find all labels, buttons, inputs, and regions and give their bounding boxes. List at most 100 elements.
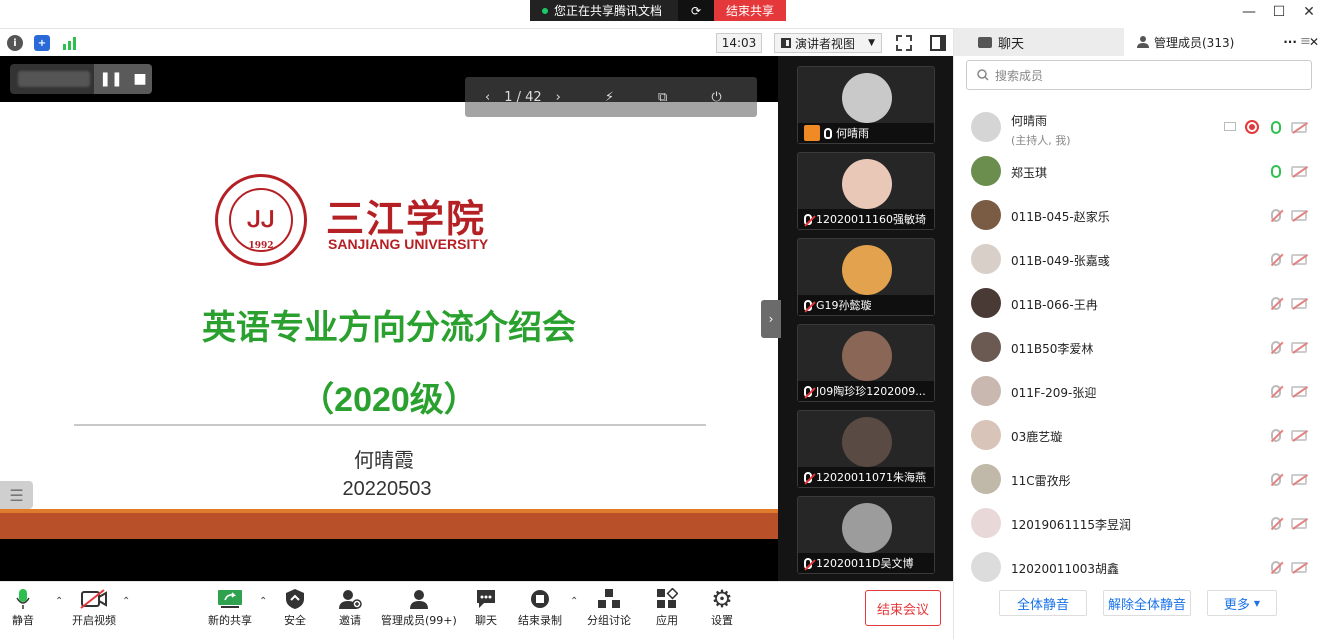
maximize-icon[interactable]: ☐ (1262, 0, 1296, 24)
end-share-button[interactable]: 结束共享 (714, 0, 787, 21)
member-row[interactable]: 12020011003胡鑫 (954, 545, 1326, 589)
start-video-button[interactable]: 开启视频 (72, 586, 116, 628)
close-icon[interactable]: ✕ (1292, 0, 1326, 24)
share-options-caret-icon[interactable]: ⌃ (259, 596, 267, 607)
screen-share-icon (1224, 122, 1236, 131)
camera-off-icon[interactable] (1291, 430, 1307, 441)
member-row[interactable]: 03鹿艺璇 (954, 413, 1326, 457)
mic-muted-icon[interactable] (1271, 253, 1281, 266)
avatar (971, 112, 1001, 142)
mic-muted-icon[interactable] (1271, 473, 1281, 486)
camera-off-icon[interactable] (1291, 518, 1307, 529)
view-mode-select[interactable]: 演讲者视图 ▼ (774, 33, 882, 53)
mute-button[interactable]: 静音 (12, 586, 34, 628)
member-row[interactable]: 12019061115李昱润 (954, 501, 1326, 545)
shield-icon[interactable]: + (34, 35, 50, 51)
member-row[interactable]: 011F-209-张迎 (954, 369, 1326, 413)
member-row[interactable]: 011B-066-王冉 (954, 281, 1326, 325)
member-row[interactable]: 11C雷孜彤 (954, 457, 1326, 501)
mic-muted-icon[interactable] (1271, 341, 1281, 354)
more-button[interactable]: 更多 ▼ (1207, 590, 1277, 616)
video-tile[interactable]: 12020011D吴文博 (797, 496, 935, 574)
mic-icon[interactable] (1271, 121, 1281, 134)
tab-members-label: 管理成员(313) (1154, 35, 1235, 50)
camera-off-icon[interactable] (1291, 386, 1307, 397)
camera-off-icon[interactable] (1291, 166, 1307, 177)
search-icon (977, 69, 989, 81)
member-row[interactable]: 何晴雨 (主持人, 我) (954, 105, 1326, 149)
tab-chat[interactable]: 聊天 (954, 28, 1124, 56)
recording-label-blurred (18, 71, 90, 87)
camera-off-icon[interactable] (1291, 254, 1307, 265)
member-row[interactable]: 011B50李爱林 (954, 325, 1326, 369)
new-share-button[interactable]: 新的共享 (208, 586, 252, 628)
slide-date: 20220503 (342, 478, 432, 500)
mic-muted-icon[interactable] (1271, 385, 1281, 398)
collapse-gallery-icon[interactable]: › (761, 300, 781, 338)
manage-members-button[interactable]: 管理成员(99+) (381, 586, 457, 628)
more-label: 更多 (1223, 597, 1250, 613)
presenter-view-icon (781, 38, 791, 48)
stop-recording-button[interactable]: 结束录制 (518, 586, 562, 628)
mic-muted-icon[interactable] (1271, 561, 1281, 574)
panel-menu-icon[interactable]: ≡ (1300, 34, 1311, 49)
video-tile[interactable]: G19孙懿璇 (797, 238, 935, 316)
pause-icon[interactable]: ❚❚ (99, 71, 122, 87)
search-members[interactable]: 搜索成员 (966, 60, 1312, 90)
video-tile[interactable]: 12020011160强敏琦 (797, 152, 935, 230)
signal-icon[interactable] (62, 35, 78, 51)
member-row[interactable]: 郑玉琪 (954, 149, 1326, 193)
breakout-rooms-button[interactable]: 分组讨论 (587, 586, 631, 628)
security-button[interactable]: 安全 (284, 586, 306, 628)
mute-options-caret-icon[interactable]: ⌃ (55, 596, 63, 607)
logo-english: SANJIANG UNIVERSITY (328, 236, 489, 252)
mic-icon[interactable] (1271, 165, 1281, 178)
members-label: 管理成员(99+) (381, 614, 457, 627)
laser-pointer-icon[interactable]: ⚡ (605, 90, 614, 105)
camera-off-icon[interactable] (1291, 562, 1307, 573)
camera-off-icon[interactable] (1291, 474, 1307, 485)
minimize-icon[interactable]: — (1232, 0, 1266, 24)
camera-off-icon[interactable] (1291, 122, 1307, 133)
apps-button[interactable]: 应用 (656, 586, 678, 628)
member-name: 011B-066-王冉 (1011, 298, 1098, 312)
camera-off-icon[interactable] (1291, 210, 1307, 221)
stop-icon[interactable]: ■ (133, 71, 146, 87)
chat-button[interactable]: 聊天 (475, 586, 497, 628)
power-icon[interactable]: ⏻ (711, 90, 721, 105)
video-tile[interactable]: 12020011071朱海燕 (797, 410, 935, 488)
info-icon[interactable]: i (7, 35, 23, 51)
slide-divider (74, 424, 706, 426)
member-row[interactable]: 011B-049-张嘉彧 (954, 237, 1326, 281)
fullscreen-icon[interactable] (896, 35, 912, 51)
next-page-icon[interactable]: › (556, 90, 561, 105)
member-row[interactable]: 011B-045-赵家乐 (954, 193, 1326, 237)
mic-muted-icon[interactable] (1271, 517, 1281, 530)
top-toolbar: i + 14:03 演讲者视图 ▼ (0, 28, 953, 56)
video-tile[interactable]: 何晴雨 (797, 66, 935, 144)
list-menu-icon[interactable]: ☰ (0, 481, 33, 509)
camera-off-icon[interactable] (1291, 342, 1307, 353)
more-dots-icon[interactable]: ··· (1283, 35, 1297, 49)
mic-muted-icon[interactable] (1271, 297, 1281, 310)
camera-off-icon[interactable] (1291, 298, 1307, 309)
record-options-caret-icon[interactable]: ⌃ (570, 596, 578, 607)
mic-muted-icon[interactable] (1271, 429, 1281, 442)
invite-button[interactable]: 邀请 (338, 586, 362, 628)
member-name: 011B-045-赵家乐 (1011, 210, 1110, 224)
toggle-panel-icon[interactable] (930, 35, 946, 51)
video-options-caret-icon[interactable]: ⌃ (122, 596, 130, 607)
window-mode-icon[interactable]: ⧉ (658, 90, 667, 105)
mic-muted-icon (804, 213, 812, 225)
prev-page-icon[interactable]: ‹ (485, 90, 490, 105)
mic-muted-icon[interactable] (1271, 209, 1281, 222)
mute-all-button[interactable]: 全体静音 (999, 590, 1087, 616)
tab-members[interactable]: 管理成员(313) ··· ✕ (1124, 28, 1326, 56)
switch-share-icon[interactable]: ⟳ (678, 0, 715, 21)
member-name: 12019061115李昱润 (1011, 518, 1131, 532)
end-meeting-button[interactable]: 结束会议 (865, 590, 941, 626)
unmute-all-button[interactable]: 解除全体静音 (1103, 590, 1191, 616)
video-tile[interactable]: J09陶珍珍1202009... (797, 324, 935, 402)
settings-button[interactable]: ⚙ 设置 (711, 585, 733, 628)
video-tile-name: 12020011D吴文博 (798, 553, 934, 573)
